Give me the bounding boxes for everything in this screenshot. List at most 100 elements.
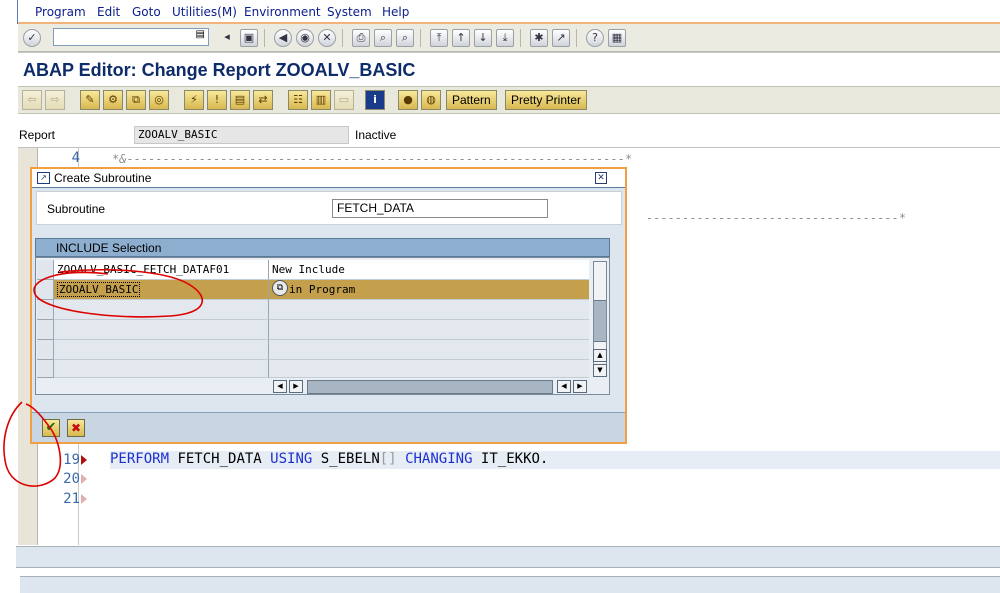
- line-number: 19: [63, 452, 80, 468]
- horizontal-scrollbar[interactable]: ◀ ▶ ◀ ▶: [273, 380, 589, 394]
- back-arrow-icon[interactable]: ⇦: [22, 90, 42, 110]
- row-selector[interactable]: [37, 320, 54, 340]
- fullscreen-icon[interactable]: ▭: [334, 90, 354, 110]
- menu-utilities[interactable]: Utilities(M): [172, 5, 237, 19]
- scroll-down-icon[interactable]: ▼: [593, 364, 607, 377]
- navigation-icon[interactable]: ⇄: [253, 90, 273, 110]
- include-desc-cell[interactable]: [269, 300, 589, 320]
- application-toolbar: ⇦ ⇨ ✎ ⚙ ⧉ ◎ ⚡ ! ▤ ⇄ ☷ ▥ ▭ i ● ◍ Pattern …: [18, 86, 1000, 114]
- menu-help[interactable]: Help: [382, 5, 409, 19]
- pretty-printer-button[interactable]: Pretty Printer: [505, 90, 588, 110]
- print-icon[interactable]: ⎙: [352, 29, 370, 47]
- page-title: ABAP Editor: Change Report ZOOALV_BASIC: [23, 60, 416, 80]
- include-desc-cell[interactable]: [269, 340, 589, 360]
- command-history-icon[interactable]: ▤: [196, 29, 205, 40]
- horizontal-scroll-thumb[interactable]: [307, 380, 553, 394]
- cancel-button[interactable]: ✖: [67, 419, 85, 437]
- include-name-text: ZOOALV_BASIC: [57, 282, 141, 297]
- code-line[interactable]: *&--------------------------------------…: [112, 152, 632, 166]
- report-name-field: ZOOALV_BASIC: [134, 126, 349, 144]
- row-selector[interactable]: [37, 280, 54, 300]
- external-breakpoint-icon[interactable]: ◍: [421, 90, 441, 110]
- include-desc-cell[interactable]: in Program: [269, 280, 589, 300]
- menu-edit[interactable]: Edit: [97, 5, 120, 19]
- value-help-icon[interactable]: ⧉: [272, 280, 288, 296]
- forward-arrow-icon[interactable]: ⇨: [45, 90, 65, 110]
- menu-program[interactable]: Program: [35, 5, 86, 19]
- scroll-first-icon[interactable]: ◀: [273, 380, 287, 393]
- menu-goto[interactable]: Goto: [132, 5, 161, 19]
- scroll-right-icon[interactable]: ◀: [557, 380, 571, 393]
- line-number: 20: [63, 471, 80, 487]
- layout-menu-icon[interactable]: ▦: [608, 29, 626, 47]
- include-name-cell[interactable]: [54, 300, 269, 320]
- code-line[interactable]: PERFORM FETCH_DATA USING S_EBELN[] CHANG…: [110, 451, 1000, 469]
- vertical-scroll-thumb[interactable]: [594, 300, 606, 342]
- include-name-cell[interactable]: [54, 360, 269, 378]
- test-icon[interactable]: !: [207, 90, 227, 110]
- code-text: IT_EKKO.: [472, 451, 549, 467]
- back-small-icon[interactable]: ◂: [218, 29, 236, 47]
- include-desc-cell[interactable]: [269, 360, 589, 378]
- save-icon[interactable]: ▣: [240, 29, 258, 47]
- close-icon[interactable]: ✕: [595, 172, 607, 184]
- include-name-cell[interactable]: ZOOALV_BASIC: [54, 280, 269, 300]
- active-inactive-icon[interactable]: ⚙: [103, 90, 123, 110]
- previous-page-icon[interactable]: ↑: [452, 29, 470, 47]
- menu-system[interactable]: System: [327, 5, 372, 19]
- scroll-left-icon[interactable]: ▶: [289, 380, 303, 393]
- help-icon[interactable]: ?: [586, 29, 604, 47]
- exit-icon[interactable]: ◉: [296, 29, 314, 47]
- dialog-titlebar[interactable]: ↗ Create Subroutine ✕: [32, 169, 625, 188]
- check-icon[interactable]: ◎: [149, 90, 169, 110]
- next-page-icon[interactable]: ↓: [474, 29, 492, 47]
- include-name-cell[interactable]: [54, 320, 269, 340]
- row-selector[interactable]: [37, 300, 54, 320]
- include-name-cell[interactable]: ZOOALV_BASIC_FETCH_DATAF01: [54, 260, 269, 280]
- back-icon[interactable]: ◀: [274, 29, 292, 47]
- last-page-icon[interactable]: ⤓: [496, 29, 514, 47]
- include-selection-header: INCLUDE Selection: [35, 238, 610, 257]
- report-label: Report: [19, 128, 56, 142]
- first-page-icon[interactable]: ⤒: [430, 29, 448, 47]
- scroll-up-icon[interactable]: ▲: [593, 349, 607, 362]
- navigation-window-icon[interactable]: ▥: [311, 90, 331, 110]
- shortcut-icon[interactable]: ↗: [552, 29, 570, 47]
- include-desc-cell[interactable]: New Include: [269, 260, 589, 280]
- line-marker-icon: [81, 474, 87, 484]
- line-number: 4: [71, 150, 80, 166]
- row-selector[interactable]: [37, 260, 54, 280]
- create-session-icon[interactable]: ✱: [530, 29, 548, 47]
- include-desc-cell[interactable]: [269, 320, 589, 340]
- activate-icon[interactable]: ⚡: [184, 90, 204, 110]
- command-field[interactable]: ▤: [53, 28, 209, 46]
- find-icon[interactable]: ⌕: [374, 29, 392, 47]
- code-line-partial[interactable]: -----------------------------------*: [646, 211, 906, 225]
- dialog-footer: ✔ ✖: [32, 412, 625, 442]
- where-used-icon[interactable]: ▤: [230, 90, 250, 110]
- scroll-last-icon[interactable]: ▶: [573, 380, 587, 393]
- object-list-icon[interactable]: ☷: [288, 90, 308, 110]
- code-text: FETCH_DATA: [169, 451, 271, 467]
- cancel-icon[interactable]: ✕: [318, 29, 336, 47]
- breakpoint-icon[interactable]: ●: [398, 90, 418, 110]
- code-text: S_EBELN: [312, 451, 380, 467]
- other-object-icon[interactable]: ⧉: [126, 90, 146, 110]
- include-name-cell[interactable]: [54, 340, 269, 360]
- row-selector[interactable]: [37, 360, 54, 378]
- pattern-button[interactable]: Pattern: [446, 90, 497, 110]
- row-selector[interactable]: [37, 340, 54, 360]
- include-selection-title: INCLUDE Selection: [56, 241, 162, 255]
- subroutine-input[interactable]: FETCH_DATA: [332, 199, 548, 218]
- enter-icon[interactable]: ✓: [23, 29, 41, 47]
- confirm-button[interactable]: ✔: [42, 419, 60, 437]
- menu-environment[interactable]: Environment: [244, 5, 321, 19]
- standard-toolbar: ✓ ▤ ◂ ▣ ◀ ◉ ✕ ⎙ ⌕ ⌕ ⤒ ↑ ↓ ⤓ ✱ ↗ ? ▦: [18, 24, 1000, 52]
- status-bar: [16, 546, 1000, 568]
- info-icon[interactable]: i: [365, 90, 385, 110]
- keyword: PERFORM: [110, 451, 170, 467]
- find-next-icon[interactable]: ⌕: [396, 29, 414, 47]
- display-change-icon[interactable]: ✎: [80, 90, 100, 110]
- dialog-window-icon: ↗: [37, 172, 50, 184]
